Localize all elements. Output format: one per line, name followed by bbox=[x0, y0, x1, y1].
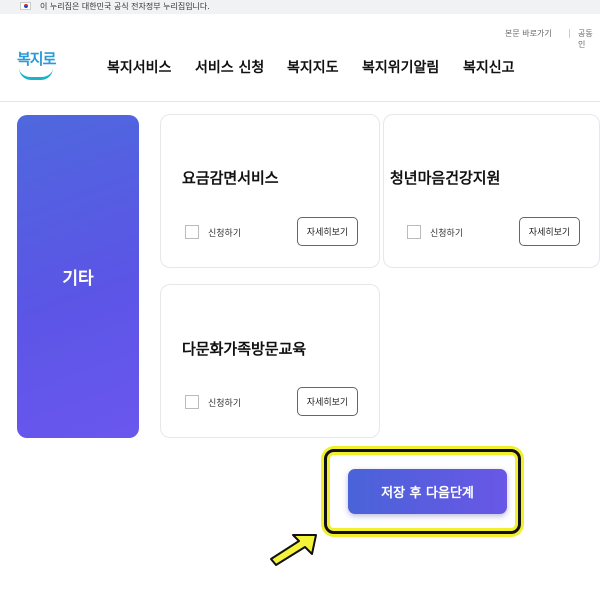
apply-label: 신청하기 bbox=[430, 229, 464, 239]
card-title: 요금감면서비스 bbox=[182, 169, 279, 187]
header-divider bbox=[0, 101, 600, 102]
detail-button[interactable]: 자세히보기 bbox=[297, 217, 358, 246]
nav-welfare-map[interactable]: 복지지도 bbox=[287, 57, 339, 77]
nav-welfare-report[interactable]: 복지신고 bbox=[463, 57, 515, 77]
apply-label: 신청하기 bbox=[208, 229, 242, 239]
detail-button[interactable]: 자세히보기 bbox=[297, 387, 358, 416]
service-card-youth-mental-health: 청년마음건강지원 신청하기 자세히보기 bbox=[383, 114, 600, 268]
gov-banner-text: 이 누리집은 대한민국 공식 전자정부 누리집입니다. bbox=[40, 2, 210, 11]
card-title: 다문화가족방문교육 bbox=[182, 340, 307, 358]
pointer-arrow-icon bbox=[270, 534, 317, 566]
service-card-fee-reduction: 요금감면서비스 신청하기 자세히보기 bbox=[160, 114, 380, 268]
category-label: 기타 bbox=[62, 269, 94, 289]
apply-checkbox[interactable] bbox=[407, 225, 421, 239]
nav-service-apply[interactable]: 서비스 신청 bbox=[195, 57, 264, 77]
nav-welfare-services[interactable]: 복지서비스 bbox=[107, 57, 171, 77]
card-title: 청년마음건강지원 bbox=[390, 169, 501, 187]
certificate-link[interactable]: 공동인 bbox=[578, 28, 600, 50]
apply-checkbox[interactable] bbox=[185, 225, 199, 239]
gov-banner: 이 누리집은 대한민국 공식 전자정부 누리집입니다. bbox=[0, 0, 600, 14]
logo[interactable]: 복지로 bbox=[17, 48, 59, 82]
apply-label: 신청하기 bbox=[208, 399, 242, 409]
skip-to-content-link[interactable]: 본문 바로가기 bbox=[505, 28, 552, 39]
service-card-multicultural-visit: 다문화가족방문교육 신청하기 자세히보기 bbox=[160, 284, 380, 438]
detail-button[interactable]: 자세히보기 bbox=[519, 217, 580, 246]
nav-crisis-alert[interactable]: 복지위기알림 bbox=[362, 57, 439, 77]
logo-text: 복지로 bbox=[17, 50, 56, 68]
logo-smile-icon bbox=[19, 68, 53, 80]
apply-checkbox[interactable] bbox=[185, 395, 199, 409]
save-next-button[interactable]: 저장 후 다음단계 bbox=[348, 469, 507, 514]
category-panel: 기타 bbox=[17, 115, 139, 438]
korea-flag-icon bbox=[20, 2, 31, 10]
utility-divider bbox=[569, 29, 570, 38]
